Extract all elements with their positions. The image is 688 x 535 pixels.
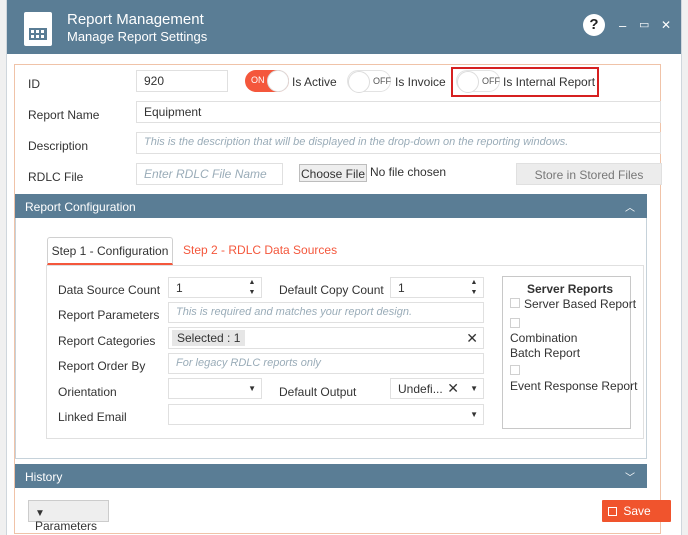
default-output-select[interactable]: Undefi... ✕ ▼ xyxy=(390,378,484,399)
chevron-down-icon[interactable]: ﹀ xyxy=(625,469,635,484)
event-response-report-label: Event Response Report xyxy=(510,379,638,393)
description-label: Description xyxy=(28,139,89,153)
default-copy-count-value: 1 xyxy=(398,281,405,295)
chevron-down-icon[interactable]: ▼ xyxy=(470,410,478,419)
linked-email-select[interactable]: ▼ xyxy=(168,404,484,425)
report-parameters-label: Report Parameters xyxy=(58,308,160,322)
caret-down-icon[interactable]: ▼ xyxy=(616,522,624,531)
is-invoice-label: Is Invoice xyxy=(395,75,446,89)
maximize-button[interactable]: ▭ xyxy=(639,18,649,31)
report-configuration-title: Report Configuration xyxy=(25,200,136,214)
chevron-up-icon[interactable]: ︿ xyxy=(625,199,635,214)
is-active-state: ON xyxy=(251,75,265,85)
report-categories-label: Report Categories xyxy=(58,334,156,348)
close-button[interactable]: ✕ xyxy=(661,18,671,32)
spinner-arrows-icon[interactable]: ▲ ▼ xyxy=(243,278,261,298)
report-order-by-field[interactable]: For legacy RDLC reports only xyxy=(168,353,484,374)
combination-batch-report-label: Combination Batch Report xyxy=(510,331,581,360)
rdlc-file-field[interactable]: Enter RDLC File Name xyxy=(136,163,283,185)
default-copy-count-label: Default Copy Count xyxy=(279,283,384,297)
choose-file-button[interactable]: Choose File xyxy=(299,164,367,182)
report-configuration-header[interactable]: Report Configuration ︿ xyxy=(15,194,647,218)
server-based-report-label: Server Based Report xyxy=(524,297,637,311)
report-order-by-label: Report Order By xyxy=(58,359,146,373)
toggle-knob xyxy=(348,71,370,93)
minimize-button[interactable]: – xyxy=(619,18,626,33)
default-copy-count-stepper[interactable]: 1 ▲ ▼ xyxy=(390,277,484,298)
clear-icon[interactable]: ✕ xyxy=(466,330,478,347)
titlebar: Report Management Manage Report Settings… xyxy=(7,0,681,54)
parameters-button[interactable]: ▼ Parameters xyxy=(28,500,109,533)
no-file-chosen-text: No file chosen xyxy=(370,165,447,179)
event-response-report-checkbox[interactable] xyxy=(510,365,520,375)
data-source-count-stepper[interactable]: 1 ▲ ▼ xyxy=(168,277,262,298)
orientation-select[interactable]: ▼ xyxy=(168,378,262,399)
orientation-label: Orientation xyxy=(58,385,117,399)
id-field[interactable]: 920 xyxy=(136,70,228,92)
window-subtitle: Manage Report Settings xyxy=(67,29,208,44)
toggle-knob xyxy=(267,70,289,92)
report-name-label: Report Name xyxy=(28,108,100,122)
is-active-label: Is Active xyxy=(292,75,337,89)
server-reports-title: Server Reports xyxy=(527,282,614,296)
save-icon xyxy=(608,507,617,516)
chevron-down-icon[interactable]: ▼ xyxy=(248,384,256,393)
id-label: ID xyxy=(28,77,40,91)
highlight-box xyxy=(451,67,599,97)
default-output-value: Undefi... xyxy=(398,382,443,396)
is-invoice-state: OFF xyxy=(373,76,391,86)
is-active-toggle[interactable]: ON xyxy=(245,70,289,92)
chevron-down-icon[interactable]: ▼ xyxy=(470,384,478,393)
parameters-label: Parameters xyxy=(35,519,98,533)
combination-batch-report-checkbox[interactable] xyxy=(510,318,520,328)
history-title: History xyxy=(25,470,63,484)
linked-email-label: Linked Email xyxy=(58,410,127,424)
save-button[interactable]: Save ▼ xyxy=(602,500,671,531)
report-icon xyxy=(24,12,52,46)
tab-rdlc-data-sources[interactable]: Step 2 - RDLC Data Sources xyxy=(183,243,337,257)
is-invoice-toggle[interactable]: OFF xyxy=(347,70,391,93)
tab-configuration[interactable]: Step 1 - Configuration xyxy=(47,237,173,265)
report-categories-select[interactable]: Selected : 1 ✕ xyxy=(168,327,484,349)
id-value: 920 xyxy=(144,74,165,88)
report-name-field[interactable]: Equipment xyxy=(136,101,661,123)
filter-icon: ▼ xyxy=(35,508,45,519)
data-source-count-value: 1 xyxy=(176,281,183,295)
save-label: Save xyxy=(623,504,651,518)
selected-count-chip: Selected : 1 xyxy=(172,330,246,346)
data-source-count-label: Data Source Count xyxy=(58,283,161,297)
clear-icon[interactable]: ✕ xyxy=(447,380,459,397)
report-name-value: Equipment xyxy=(144,105,202,119)
window-title: Report Management xyxy=(67,11,204,28)
help-button[interactable]: ? xyxy=(583,14,605,36)
server-based-report-checkbox[interactable] xyxy=(510,298,520,308)
description-field[interactable]: This is the description that will be dis… xyxy=(136,132,661,154)
history-header[interactable]: History ﹀ xyxy=(15,464,647,488)
report-parameters-field[interactable]: This is required and matches your report… xyxy=(168,302,484,323)
spinner-arrows-icon[interactable]: ▲ ▼ xyxy=(465,278,483,298)
store-in-stored-files-button[interactable]: Store in Stored Files xyxy=(516,163,662,185)
rdlc-file-label: RDLC File xyxy=(28,170,84,184)
default-output-label: Default Output xyxy=(279,385,357,399)
